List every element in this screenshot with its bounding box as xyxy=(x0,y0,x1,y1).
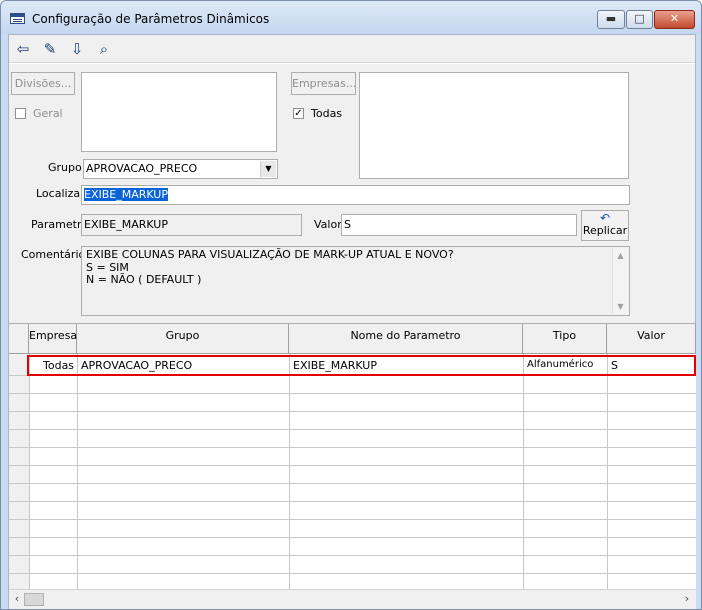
replicar-label: Replicar xyxy=(582,224,628,237)
window-title: Configuração de Parâmetros Dinâmicos xyxy=(32,12,270,26)
grupo-value: APROVACAO_PRECO xyxy=(86,162,198,175)
exit-icon[interactable]: ⇦ xyxy=(11,37,35,61)
scroll-left-icon[interactable]: ‹ xyxy=(10,592,24,606)
download-icon[interactable]: ⇩ xyxy=(65,37,89,61)
geral-checkbox[interactable] xyxy=(15,108,26,119)
scroll-down-icon[interactable]: ▼ xyxy=(613,299,628,314)
chevron-down-icon[interactable]: ▼ xyxy=(260,161,276,177)
title-bar[interactable]: Configuração de Parâmetros Dinâmicos ▬ □… xyxy=(1,1,701,34)
column-header-tipo[interactable]: Tipo xyxy=(523,324,607,354)
replicar-button[interactable]: ↶ Replicar xyxy=(581,210,629,241)
app-window: Configuração de Parâmetros Dinâmicos ▬ □… xyxy=(0,0,702,610)
geral-label: Geral xyxy=(33,107,63,120)
todas-label: Todas xyxy=(311,107,343,120)
parameters-grid[interactable]: Empresa Grupo Nome do Parametro Tipo Val… xyxy=(9,323,696,609)
minimize-button[interactable]: ▬ xyxy=(597,10,625,29)
valor-input[interactable]: S xyxy=(341,214,577,236)
valor-label: Valor xyxy=(314,218,342,231)
divisoes-button[interactable]: Divisões... xyxy=(11,72,75,95)
highlighted-row-outline xyxy=(27,355,696,376)
toolbar-separator xyxy=(9,62,695,64)
comentarios-text: EXIBE COLUNAS PARA VISUALIZAÇÃO DE MARK-… xyxy=(86,248,454,286)
empresas-list[interactable] xyxy=(359,72,629,179)
grupo-select[interactable]: APROVACAO_PRECO ▼ xyxy=(83,159,278,179)
scroll-thumb[interactable] xyxy=(24,593,44,606)
todas-checkbox[interactable]: ✓ xyxy=(293,108,304,119)
grid-horizontal-scrollbar[interactable]: ‹ › xyxy=(9,589,696,609)
comentarios-memo[interactable]: EXIBE COLUNAS PARA VISUALIZAÇÃO DE MARK-… xyxy=(81,246,630,316)
scroll-right-icon[interactable]: › xyxy=(680,592,694,606)
app-icon xyxy=(10,13,25,24)
edit-icon[interactable]: ✎ xyxy=(38,37,62,61)
parametro-field: EXIBE_MARKUP xyxy=(81,214,302,236)
column-header-valor[interactable]: Valor xyxy=(607,324,696,354)
column-header-grupo[interactable]: Grupo xyxy=(77,324,289,354)
localizar-label: Localizar xyxy=(36,187,85,200)
column-header-empresa[interactable]: Empresa xyxy=(29,324,77,354)
scroll-up-icon[interactable]: ▲ xyxy=(613,248,628,263)
empresas-button[interactable]: Empresas... xyxy=(291,72,356,95)
grid-corner xyxy=(9,324,29,354)
column-header-nome[interactable]: Nome do Parametro xyxy=(289,324,523,354)
client-area: ⇦ ✎ ⇩ ⌕ Divisões... Geral Empresas... ✓ … xyxy=(8,34,696,609)
localizar-value: EXIBE_MARKUP xyxy=(84,188,168,201)
memo-scrollbar[interactable]: ▲ ▼ xyxy=(612,248,628,314)
maximize-button[interactable]: □ xyxy=(626,10,653,29)
row-indicator-column xyxy=(9,354,29,589)
grupo-label: Grupo xyxy=(48,161,82,174)
localizar-input[interactable]: EXIBE_MARKUP xyxy=(81,185,630,205)
undo-icon: ↶ xyxy=(599,211,611,225)
binoculars-icon[interactable]: ⌕ xyxy=(92,37,116,61)
close-button[interactable]: ✕ xyxy=(654,10,695,29)
divisoes-list[interactable] xyxy=(81,72,277,152)
parametro-label: Parametro xyxy=(31,218,88,231)
